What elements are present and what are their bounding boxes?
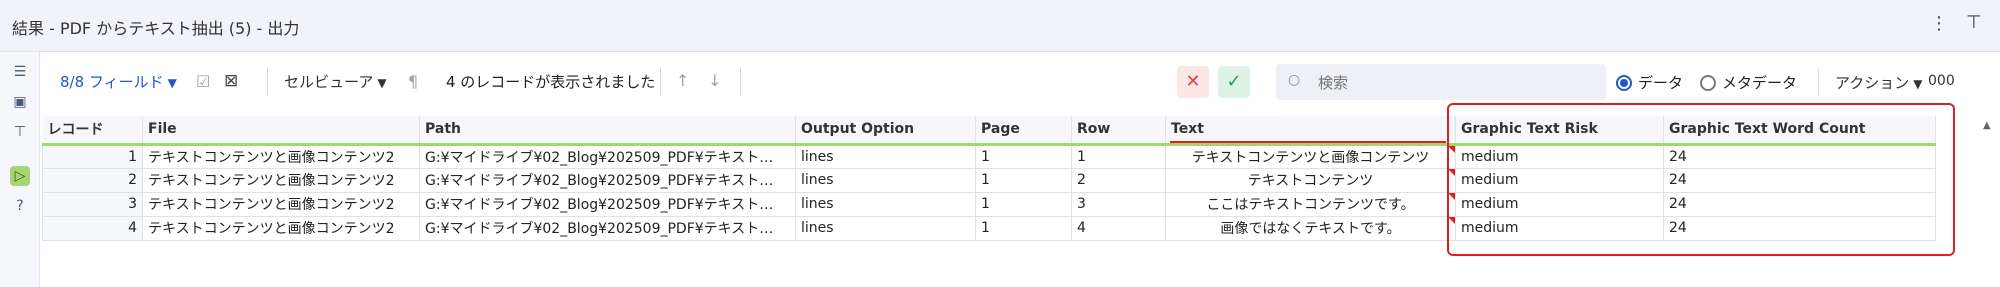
cell-record[interactable]: 1 [42,143,143,169]
radio-data-label: データ [1638,74,1684,92]
column-header-file[interactable]: File [142,116,420,146]
cell-page[interactable]: 1 [975,215,1072,241]
cell-path[interactable]: G:¥マイドライブ¥02_Blog¥202509_PDF¥テキスト… [419,143,796,169]
data-tag-icon[interactable]: ▷ [10,166,30,186]
cell-path[interactable]: G:¥マイドライブ¥02_Blog¥202509_PDF¥テキスト… [419,215,796,241]
toolbar-divider [740,68,741,96]
cell-output-option[interactable]: lines [795,167,976,193]
apply-button[interactable]: ✓ [1218,66,1250,98]
cell-row[interactable]: 1 [1071,143,1166,169]
action-label: アクション [1835,74,1910,92]
radio-unselected-icon [1700,75,1716,91]
cell-page[interactable]: 1 [975,167,1072,193]
chevron-down-icon: ▼ [377,76,387,90]
radio-metadata-label: メタデータ [1722,74,1798,92]
cell-output-option[interactable]: lines [795,143,976,169]
column-header-output-option[interactable]: Output Option [795,116,976,146]
column-header-row[interactable]: Row [1071,116,1166,146]
radio-selected-icon [1616,75,1632,91]
chevron-down-icon: ▼ [167,76,177,90]
cell-record[interactable]: 4 [42,215,143,241]
column-header-record[interactable]: レコード [42,116,143,146]
column-header-path[interactable]: Path [419,116,796,146]
record-count-text: 4 のレコードが表示されました [446,73,656,91]
toolbar-divider [267,68,268,96]
cell-text-value: ここはテキストコンテンツです。 [1206,197,1415,213]
title-bar: 結果 - PDF からテキスト抽出 (5) - 出力 ⋮ ⊤ [0,0,2000,52]
annotation-underline [1170,141,1446,143]
zeros-label[interactable]: 000 [1928,73,1955,89]
chevron-down-icon: ▼ [1913,77,1923,91]
cell-path[interactable]: G:¥マイドライブ¥02_Blog¥202509_PDF¥テキスト… [419,167,796,193]
cell-file[interactable]: テキストコンテンツと画像コンテンツ2 [142,191,420,217]
cell-path[interactable]: G:¥マイドライブ¥02_Blog¥202509_PDF¥テキスト… [419,191,796,217]
cell-text[interactable]: テキストコンテンツと画像コンテンツ [1165,143,1456,169]
cell-page[interactable]: 1 [975,143,1072,169]
close-icon: ✕ [1185,71,1201,92]
record-view-icon[interactable]: ▣ [10,92,30,112]
left-sidebar: ☰ ▣ ⊤ ▷ ? [0,52,40,287]
cell-text-value: 画像ではなくテキストです。 [1220,221,1401,237]
cell-row[interactable]: 4 [1071,215,1166,241]
arrow-up-icon[interactable]: ↑ [676,71,689,91]
pin-icon[interactable]: ⊤ [1966,12,1982,33]
filter-view-icon[interactable]: ⊤ [10,122,30,142]
cell-row[interactable]: 2 [1071,167,1166,193]
cell-text-value: テキストコンテンツと画像コンテンツ [1191,149,1430,166]
arrow-down-icon[interactable]: ↓ [708,71,721,91]
column-header-page[interactable]: Page [975,116,1072,146]
cell-viewer-label: セルビューア [284,73,374,91]
more-options-icon[interactable]: ⋮ [1930,13,1948,34]
check-icon: ✓ [1226,71,1242,92]
cell-record[interactable]: 2 [42,167,143,193]
list-view-icon[interactable]: ☰ [10,62,30,82]
cell-text[interactable]: ここはテキストコンテンツです。 [1165,191,1456,217]
search-box: ○ [1276,64,1606,100]
cell-record[interactable]: 3 [42,191,143,217]
cell-viewer-dropdown[interactable]: セルビューア ▼ [284,72,387,93]
search-input[interactable] [1316,71,1590,95]
cell-output-option[interactable]: lines [795,215,976,241]
window-title: 結果 - PDF からテキスト抽出 (5) - 出力 [12,19,300,38]
cell-text-value: テキストコンテンツ [1247,173,1374,189]
deselect-icon[interactable]: ⊠ [224,71,238,91]
cell-text[interactable]: 画像ではなくテキストです。 [1165,215,1456,241]
action-dropdown[interactable]: アクション ▼ [1835,72,1923,93]
radio-data[interactable]: データ [1616,72,1683,93]
cell-output-option[interactable]: lines [795,191,976,217]
cell-file[interactable]: テキストコンテンツと画像コンテンツ2 [142,167,420,193]
pilcrow-icon[interactable]: ¶ [408,72,418,92]
column-header-text[interactable]: Text [1165,116,1456,146]
cell-file[interactable]: テキストコンテンツと画像コンテンツ2 [142,143,420,169]
clear-button[interactable]: ✕ [1177,66,1209,98]
fields-dropdown[interactable]: 8/8 フィールド ▼ [60,72,177,93]
cell-page[interactable]: 1 [975,191,1072,217]
checkbox-icon[interactable]: ☑ [196,72,210,92]
cell-text[interactable]: テキストコンテンツ [1165,167,1456,193]
help-icon[interactable]: ? [10,196,30,216]
cell-row[interactable]: 3 [1071,191,1166,217]
radio-metadata[interactable]: メタデータ [1700,72,1797,93]
cell-file[interactable]: テキストコンテンツと画像コンテンツ2 [142,215,420,241]
toolbar-divider [660,68,661,96]
fields-label: 8/8 フィールド [60,73,164,91]
scroll-up-icon[interactable]: ▲ [1983,120,1991,131]
toolbar-divider [1818,68,1819,96]
search-icon: ○ [1288,72,1301,88]
annotation-highlight-box [1447,103,1955,256]
